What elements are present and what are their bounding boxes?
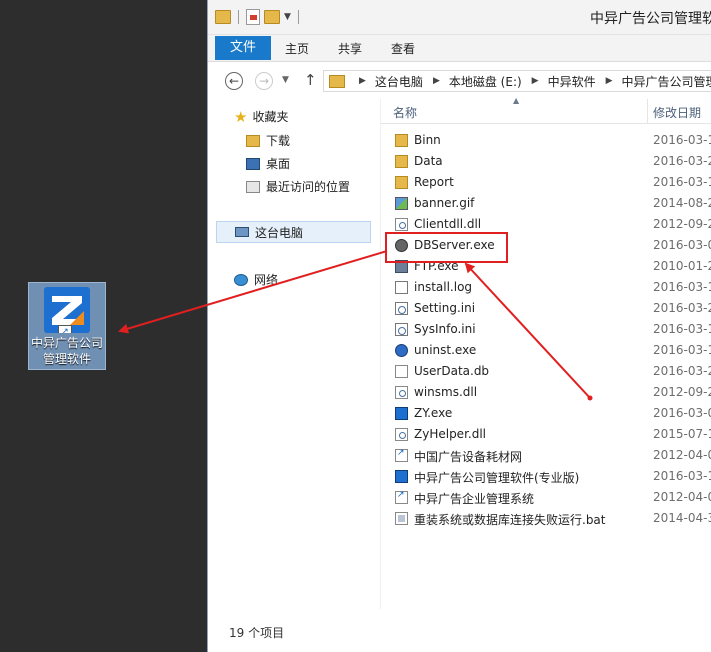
annotation-arrow-to-dbserver	[464, 262, 591, 399]
annotation-arrows	[118, 250, 593, 401]
annotation-arrow-to-desktop	[118, 250, 388, 334]
annotation-arrow-origin-dot	[587, 395, 593, 401]
